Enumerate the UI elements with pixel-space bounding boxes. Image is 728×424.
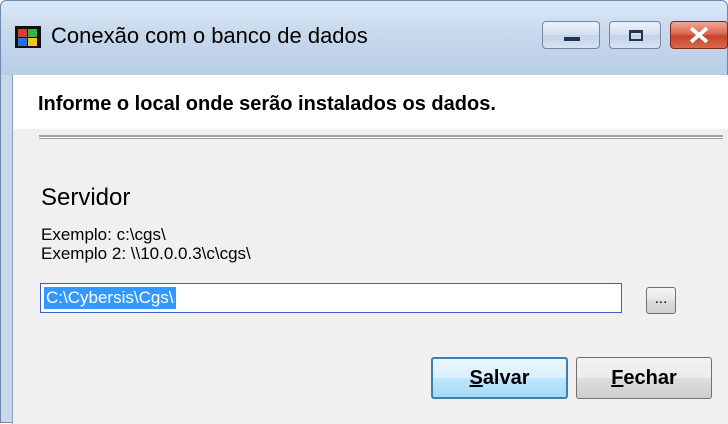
instruction-text: Informe o local onde serão instalados os…	[38, 93, 496, 115]
window-title: Conexão com o banco de dados	[51, 23, 368, 48]
close-window-button[interactable]	[670, 21, 728, 49]
example-text-1: Exemplo: c:\cgs\	[41, 225, 166, 244]
save-button[interactable]: Salvar	[431, 357, 568, 399]
close-button[interactable]: Fechar	[576, 357, 712, 399]
close-access-key: F	[611, 367, 624, 389]
close-icon	[689, 26, 709, 44]
minimize-icon	[564, 37, 580, 41]
header-panel: Informe o local onde serão instalados os…	[13, 75, 728, 129]
maximize-icon	[629, 30, 643, 41]
dialog-client-area: Informe o local onde serão instalados os…	[12, 75, 728, 424]
save-label: alvar	[482, 367, 530, 389]
dialog-window: Conexão com o banco de dados Informe o l…	[0, 0, 728, 424]
server-path-input[interactable]: C:\Cybersis\Cgs\	[40, 283, 622, 313]
server-section-title: Servidor	[41, 184, 131, 211]
server-path-value: C:\Cybersis\Cgs\	[44, 287, 176, 309]
browse-button[interactable]: ...	[646, 287, 676, 314]
close-label: echar	[623, 367, 677, 389]
separator-line-shadow	[39, 138, 723, 139]
windows-flag-icon	[15, 26, 41, 48]
maximize-button[interactable]	[609, 21, 661, 49]
title-bar[interactable]: Conexão com o banco de dados	[1, 1, 728, 75]
example-text-2: Exemplo 2: \\10.0.0.3\c\cgs\	[41, 244, 251, 263]
minimize-button[interactable]	[542, 21, 600, 49]
save-access-key: S	[469, 367, 483, 389]
